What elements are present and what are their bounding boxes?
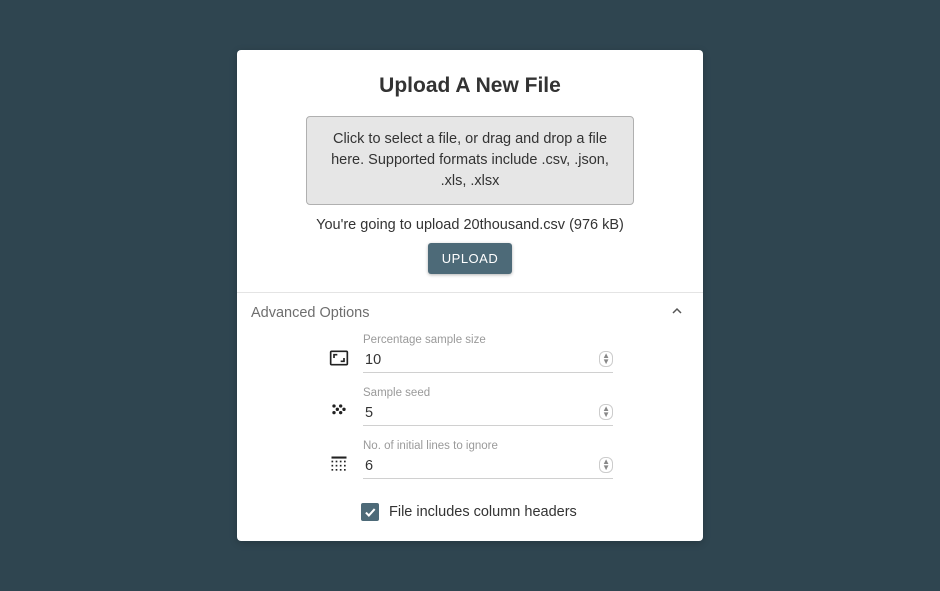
advanced-options-panel: Percentage sample size ▲▼ Sample seed ▲▼ bbox=[237, 334, 703, 521]
headers-checkbox[interactable] bbox=[361, 503, 379, 521]
sample-seed-label: Sample seed bbox=[363, 387, 613, 399]
file-dropzone[interactable]: Click to select a file, or drag and drop… bbox=[306, 116, 634, 205]
check-icon bbox=[363, 505, 377, 519]
sample-size-row: Percentage sample size ▲▼ bbox=[255, 334, 685, 373]
sample-size-label: Percentage sample size bbox=[363, 334, 613, 346]
advanced-options-toggle[interactable]: Advanced Options bbox=[237, 293, 703, 328]
border-top-icon bbox=[329, 454, 349, 477]
sample-size-input[interactable] bbox=[363, 350, 613, 373]
headers-checkbox-label: File includes column headers bbox=[389, 504, 577, 520]
skip-lines-stepper[interactable]: ▲▼ bbox=[599, 457, 613, 473]
skip-lines-row: No. of initial lines to ignore ▲▼ bbox=[255, 440, 685, 479]
aspect-ratio-icon bbox=[329, 348, 349, 371]
upload-card: Upload A New File Click to select a file… bbox=[237, 50, 703, 541]
chevron-up-icon bbox=[669, 303, 685, 322]
sample-size-stepper[interactable]: ▲▼ bbox=[599, 351, 613, 367]
headers-checkbox-row: File includes column headers bbox=[361, 503, 685, 521]
upload-status-text: You're going to upload 20thousand.csv (9… bbox=[237, 217, 703, 233]
grain-icon bbox=[329, 401, 349, 424]
sample-seed-input[interactable] bbox=[363, 403, 613, 426]
skip-lines-label: No. of initial lines to ignore bbox=[363, 440, 613, 452]
sample-seed-row: Sample seed ▲▼ bbox=[255, 387, 685, 426]
skip-lines-input[interactable] bbox=[363, 456, 613, 479]
upload-button[interactable]: UPLOAD bbox=[428, 243, 512, 274]
page-title: Upload A New File bbox=[237, 74, 703, 98]
sample-seed-stepper[interactable]: ▲▼ bbox=[599, 404, 613, 420]
advanced-options-label: Advanced Options bbox=[251, 305, 370, 321]
